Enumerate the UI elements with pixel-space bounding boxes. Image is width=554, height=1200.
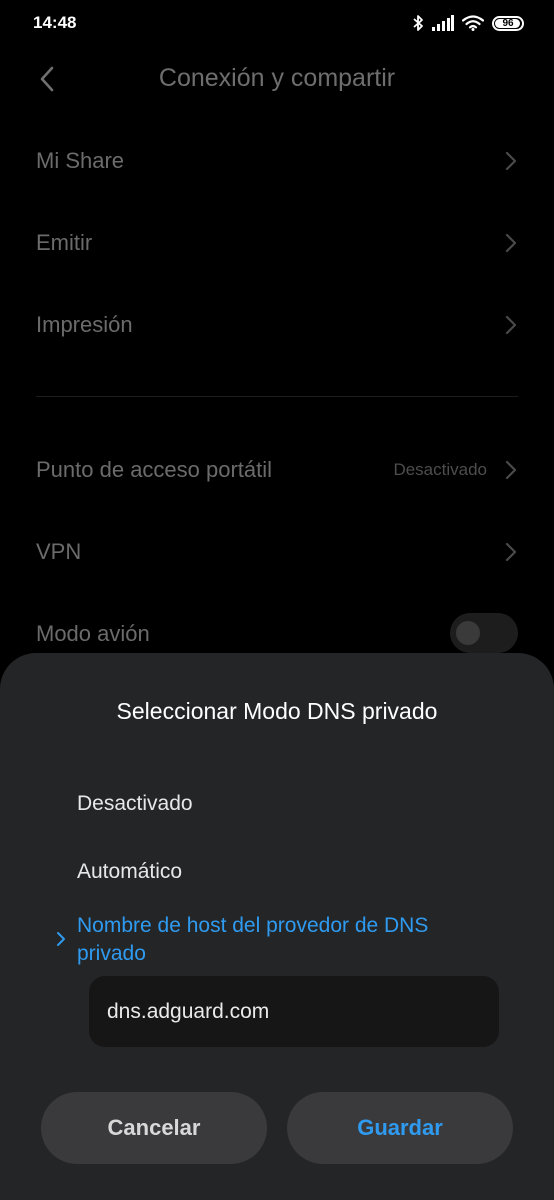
dns-hostname-input[interactable]: dns.adguard.com [89,976,499,1047]
option-provider-hostname[interactable]: Nombre de host del provedor de DNS priva… [77,912,497,968]
chevron-right-icon [505,315,517,335]
wifi-icon [462,15,484,31]
settings-item-hotspot[interactable]: Punto de acceso portátil Desactivado [0,429,554,511]
battery-icon: 96 [492,15,524,31]
status-bar: 14:48 96 [0,0,554,48]
settings-item-label: Emitir [36,230,93,255]
header: Conexión y compartir [0,48,554,112]
option-desactivado[interactable]: Desactivado [77,792,193,816]
option-automatico[interactable]: Automático [77,860,182,884]
airplane-mode-toggle[interactable] [450,613,518,653]
chevron-right-icon [505,151,517,171]
settings-item-label: Impresión [36,312,133,337]
screen: 14:48 96 Conexión y compartir Mi Share E… [0,0,554,1200]
signal-icon [432,15,454,31]
settings-item-label: VPN [36,539,82,564]
toggle-knob [456,621,480,645]
save-button[interactable]: Guardar [287,1092,513,1164]
battery-level: 96 [502,17,514,29]
chevron-right-icon [57,932,65,946]
settings-item-emitir[interactable]: Emitir [0,202,554,284]
page-title: Conexión y compartir [158,64,396,92]
dialog-title: Seleccionar Modo DNS privado [116,698,438,724]
divider [36,396,518,397]
status-icons: 96 [412,13,524,33]
dns-hostname-value: dns.adguard.com [107,999,270,1023]
settings-item-value: Desactivado [393,460,487,479]
chevron-right-icon [505,542,517,562]
settings-item-label: Mi Share [36,148,125,173]
settings-item-mi-share[interactable]: Mi Share [0,120,554,202]
dns-mode-dialog: Seleccionar Modo DNS privado Desactivado… [0,653,554,1200]
settings-item-impresion[interactable]: Impresión [0,284,554,366]
chevron-right-icon [505,460,517,480]
settings-item-vpn[interactable]: VPN [0,511,554,593]
settings-item-label: Punto de acceso portátil [36,457,273,482]
status-time: 14:48 [33,13,77,32]
chevron-right-icon [505,233,517,253]
bluetooth-icon [413,15,423,31]
cancel-button[interactable]: Cancelar [41,1092,267,1164]
